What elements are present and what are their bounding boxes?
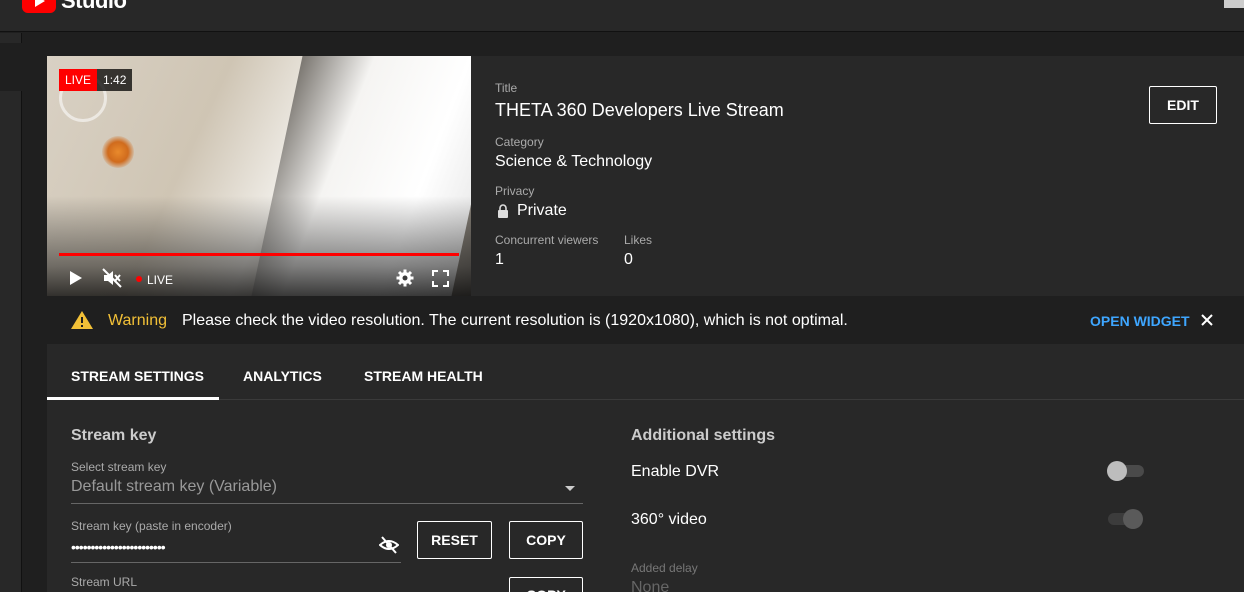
top-bar: Studio	[0, 0, 1244, 32]
brand-label: Studio	[61, 0, 127, 13]
select-stream-key-label: Select stream key	[71, 460, 167, 474]
open-widget-link[interactable]: OPEN WIDGET	[1090, 313, 1190, 329]
dvr-toggle-knob[interactable]	[1107, 461, 1127, 481]
additional-settings-heading: Additional settings	[631, 427, 775, 444]
category-value: Science & Technology	[495, 153, 653, 170]
live-dot-icon	[136, 276, 142, 282]
category-label: Category	[495, 135, 544, 149]
viewers-label: Concurrent viewers	[495, 233, 599, 247]
tab-stream-health[interactable]: STREAM HEALTH	[364, 368, 483, 384]
warning-title: Warning	[108, 312, 167, 329]
video-360-label: 360° video	[631, 511, 707, 528]
visibility-off-icon[interactable]	[378, 536, 400, 559]
youtube-play-icon	[22, 0, 56, 13]
copy-key-button[interactable]: COPY	[509, 521, 583, 559]
tab-stream-settings[interactable]: STREAM SETTINGS	[71, 368, 204, 384]
warning-message: Please check the video resolution. The c…	[182, 312, 848, 329]
progress-bar[interactable]	[59, 253, 459, 256]
select-underline	[71, 503, 583, 504]
stream-key-field[interactable]: ••••••••••••••••••••••••	[71, 539, 166, 555]
youtube-studio-logo[interactable]: Studio	[22, 0, 127, 14]
stream-key-label: Stream key (paste in encoder)	[71, 519, 232, 533]
chevron-down-icon[interactable]	[565, 486, 575, 491]
reset-button[interactable]: RESET	[417, 521, 492, 559]
added-delay-label: Added delay	[631, 561, 698, 575]
viewers-value: 1	[495, 251, 504, 268]
title-label: Title	[495, 81, 518, 95]
live-badge: LIVE 1:42	[59, 69, 133, 91]
active-tab-indicator	[47, 397, 219, 400]
left-sidebar	[0, 33, 22, 592]
added-delay-select[interactable]: None	[631, 579, 669, 592]
stream-title: THETA 360 Developers Live Stream	[495, 100, 784, 120]
play-icon[interactable]	[68, 270, 84, 286]
live-indicator[interactable]: LIVE	[147, 273, 173, 287]
stream-key-select[interactable]: Default stream key (Variable)	[71, 478, 277, 496]
video-frame-spot	[102, 136, 134, 168]
mute-icon[interactable]	[102, 268, 122, 288]
likes-label: Likes	[624, 233, 653, 247]
edit-button[interactable]: EDIT	[1149, 86, 1217, 124]
close-icon[interactable]	[1199, 312, 1215, 333]
gear-icon[interactable]	[396, 269, 414, 287]
lock-icon	[497, 204, 509, 223]
enable-dvr-label: Enable DVR	[631, 463, 720, 480]
stream-key-underline	[71, 562, 401, 563]
copy-url-button[interactable]: COPY	[509, 577, 583, 592]
video-360-toggle-knob[interactable]	[1123, 509, 1143, 529]
live-badge-label: LIVE	[59, 69, 98, 91]
elapsed-time: 1:42	[97, 69, 133, 91]
likes-value: 0	[624, 251, 633, 268]
stream-key-heading: Stream key	[71, 427, 157, 444]
privacy-value: Private	[517, 202, 567, 219]
privacy-label: Privacy	[495, 184, 535, 198]
sidebar-active-item[interactable]	[0, 43, 22, 91]
tab-analytics[interactable]: ANALYTICS	[243, 368, 322, 384]
tabs-bar	[47, 351, 1244, 400]
account-avatar[interactable]	[1224, 0, 1244, 8]
fullscreen-icon[interactable]	[432, 270, 449, 287]
warning-icon	[70, 310, 94, 335]
stream-url-label: Stream URL	[71, 575, 138, 589]
video-preview[interactable]	[47, 56, 471, 296]
